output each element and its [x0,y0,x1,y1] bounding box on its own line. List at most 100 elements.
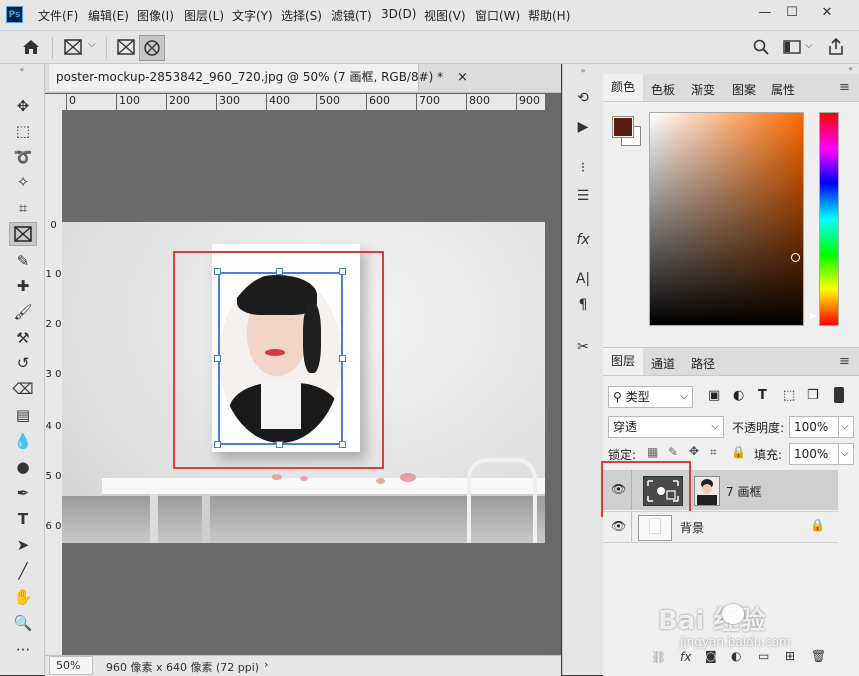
gradient-tool-icon[interactable]: ▤ [9,403,37,427]
collapse-arrows-icon[interactable]: « [0,66,44,74]
more-tools-icon[interactable]: ··· [9,638,37,662]
filter-smart-object-icon[interactable]: ❐ [807,388,819,403]
layer-name[interactable]: 7 画框 [726,483,761,500]
filter-pixel-icon[interactable]: ▣ [708,388,720,403]
menu-layer[interactable]: 图层(L) [184,7,224,24]
document-tab[interactable]: poster-mockup-2853842_960_720.jpg @ 50% … [49,64,468,91]
workspace-chevron-icon[interactable]: ⌵ [805,40,813,51]
tab-color[interactable]: 颜色 [603,74,643,101]
hue-slider[interactable] [819,112,839,326]
tab-channels[interactable]: 通道 [651,355,675,372]
brush-settings-icon[interactable]: ⁝ [573,158,593,178]
blur-tool-icon[interactable]: 💧 [9,429,37,453]
expand-arrows-icon[interactable]: » [563,66,603,75]
clone-stamp-tool-icon[interactable]: ⚒ [9,326,37,350]
background-thumbnail[interactable] [638,515,672,541]
search-icon[interactable] [753,39,769,55]
brush-tool-icon[interactable]: 🖌 [9,300,37,324]
tab-swatches[interactable]: 色板 [651,81,675,98]
crop-tool-icon[interactable]: ⌗ [9,196,37,220]
pen-tool-icon[interactable]: ✒ [9,481,37,505]
filter-shape-icon[interactable]: ⬚ [783,388,795,403]
history-icon[interactable]: ⟲ [573,88,593,108]
eyedropper-tool-icon[interactable]: ✎ [9,249,37,273]
opacity-input[interactable]: 100% [789,416,839,438]
filter-adjustment-icon[interactable]: ◐ [733,388,744,403]
add-mask-icon[interactable]: ◙ [705,649,717,663]
status-arrow-icon[interactable]: › [264,658,268,671]
lock-position-icon[interactable]: ✥ [689,444,699,458]
chevron-down-icon[interactable]: ⌵ [88,39,96,50]
share-icon[interactable] [828,38,844,56]
minimize-button[interactable]: — [750,0,780,26]
paragraph-icon[interactable]: ¶ [573,295,593,315]
tool-presets-icon[interactable]: ✂ [573,337,593,357]
character-icon[interactable]: A| [573,269,593,289]
menu-filter[interactable]: 滤镜(T) [331,7,372,24]
maximize-button[interactable]: ☐ [777,0,807,26]
fill-chevron-icon[interactable]: ⌵ [838,443,854,465]
delete-layer-icon[interactable]: 🗑 [811,649,826,663]
link-layers-icon[interactable]: ⛓ [651,650,666,664]
panel-collapse-icon[interactable]: « [603,64,859,73]
foreground-color-swatch[interactable] [612,116,634,138]
lock-artboard-icon[interactable]: ⌗ [710,445,717,460]
document-size[interactable]: 960 像素 x 640 像素 (72 ppi) [106,659,259,675]
layer-style-fx-icon[interactable]: fx [680,650,691,664]
adjustments-icon[interactable]: ☰ [573,186,593,206]
lock-all-icon[interactable]: 🔒 [731,445,746,459]
healing-brush-tool-icon[interactable]: ✚ [9,274,37,298]
menu-window[interactable]: 窗口(W) [475,7,520,24]
menu-3d[interactable]: 3D(D) [381,7,416,21]
panel-menu-icon[interactable]: ≡ [839,354,850,369]
new-layer-icon[interactable]: ⊞ [785,649,795,663]
layer-filter-select[interactable]: ⚲ 类型 ⌵ [608,386,693,408]
filter-type-icon[interactable]: T [758,388,767,403]
layer-row[interactable]: 👁 背景 🔒 [603,511,838,543]
zoom-tool-icon[interactable]: 🔍 [9,611,37,635]
workspace-icon[interactable] [783,40,801,54]
menu-edit[interactable]: 编辑(E) [88,7,129,24]
blend-mode-select[interactable]: 穿透 ⌵ [608,416,724,438]
tab-gradients[interactable]: 渐变 [691,81,715,98]
fill-input[interactable]: 100% [789,443,839,465]
zoom-level[interactable]: 50% [49,656,93,675]
lock-image-icon[interactable]: ✎ [668,445,678,459]
close-tab-icon[interactable]: × [457,70,468,85]
move-tool-icon[interactable]: ✥ [9,94,37,118]
layer-image-thumbnail[interactable] [694,476,720,506]
close-window-button[interactable]: ✕ [812,0,842,26]
frame-tool-icon[interactable] [9,222,37,246]
dodge-tool-icon[interactable]: ● [9,455,37,479]
home-icon[interactable] [22,39,40,55]
color-picker-cursor[interactable] [791,253,800,262]
type-tool-icon[interactable]: T [9,507,37,531]
actions-play-icon[interactable]: ▶ [573,117,593,137]
menu-type[interactable]: 文字(Y) [232,7,273,24]
vertical-ruler[interactable]: 0 1 0 2 0 3 0 4 0 5 0 6 0 [45,110,63,655]
hand-tool-icon[interactable]: ✋ [9,585,37,609]
opacity-chevron-icon[interactable]: ⌵ [838,416,854,438]
tab-layers[interactable]: 图层 [603,348,643,375]
line-tool-icon[interactable]: ╱ [9,559,37,583]
lasso-tool-icon[interactable]: ➰ [9,145,37,169]
color-field[interactable] [649,112,804,326]
filter-toggle-icon[interactable] [834,387,844,403]
elliptical-frame-button[interactable] [139,35,165,61]
magic-wand-tool-icon[interactable]: ✧ [9,170,37,194]
menu-select[interactable]: 选择(S) [281,7,322,24]
menu-file[interactable]: 文件(F) [38,7,78,24]
menu-view[interactable]: 视图(V) [424,7,466,24]
hue-slider-marker-icon[interactable]: ▶ [810,311,816,320]
history-brush-tool-icon[interactable]: ↺ [9,351,37,375]
menu-image[interactable]: 图像(I) [137,7,174,24]
tab-patterns[interactable]: 图案 [732,81,756,98]
new-group-icon[interactable]: ▭ [758,649,769,663]
layer-name[interactable]: 背景 [680,519,704,536]
adjustment-layer-icon[interactable]: ◐ [731,649,741,663]
eye-visibility-icon[interactable]: 👁 [611,519,626,533]
frame-tool-preset-icon[interactable] [64,39,82,55]
eraser-tool-icon[interactable]: ⌫ [9,377,37,401]
lock-transparent-icon[interactable]: ▦ [647,445,658,459]
tab-paths[interactable]: 路径 [691,355,715,372]
